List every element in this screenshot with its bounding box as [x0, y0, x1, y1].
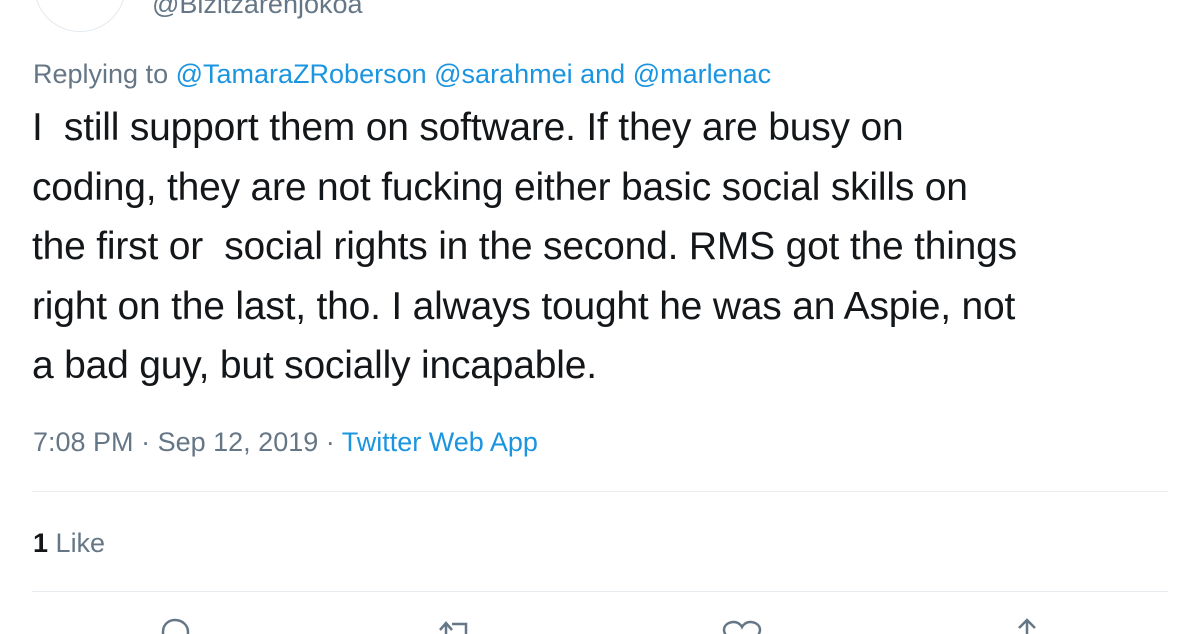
tweet-detail: @Bizitzarenjokoa Replying to @TamaraZRob… [0, 0, 1200, 634]
tweet-date[interactable]: Sep 12, 2019 [158, 427, 319, 457]
tweet-time[interactable]: 7:08 PM [33, 427, 134, 457]
likes-count: 1 [33, 528, 49, 558]
retweet-icon[interactable] [436, 618, 476, 634]
tweet-text-line: a bad guy, but socially incapable. [32, 344, 597, 387]
tweet-text: I still support them on software. If the… [32, 98, 1182, 396]
likes-stat[interactable]: 1 Like [33, 526, 105, 560]
meta-separator: · [325, 427, 335, 457]
author-handle[interactable]: @Bizitzarenjokoa [152, 0, 363, 19]
heart-icon[interactable] [722, 618, 762, 634]
meta-separator: · [141, 427, 151, 457]
tweet-meta: 7:08 PM · Sep 12, 2019 · Twitter Web App [33, 425, 538, 459]
mention-link[interactable]: @marlenac [633, 59, 771, 89]
tweet-text-line: coding, they are not fucking either basi… [32, 165, 968, 209]
mention-link[interactable]: @sarahmei [434, 59, 572, 89]
tweet-text-line: I still support them on software. If the… [32, 106, 904, 149]
tweet-text-line: right on the last, tho. I always tought … [32, 284, 1016, 328]
replying-to-conjunction: and [580, 59, 626, 89]
avatar[interactable] [34, 0, 126, 32]
likes-label: Like [55, 528, 106, 558]
share-icon[interactable] [1007, 618, 1047, 634]
replying-to: Replying to @TamaraZRoberson @sarahmei a… [33, 58, 771, 90]
tweet-text-line: the first or social rights in the second… [32, 225, 1017, 268]
tweet-source-link[interactable]: Twitter Web App [342, 427, 538, 457]
divider [32, 591, 1168, 592]
reply-icon[interactable] [155, 618, 195, 634]
mention-link[interactable]: @TamaraZRoberson [176, 59, 427, 89]
replying-to-prefix: Replying to [33, 59, 169, 89]
divider [32, 491, 1168, 492]
